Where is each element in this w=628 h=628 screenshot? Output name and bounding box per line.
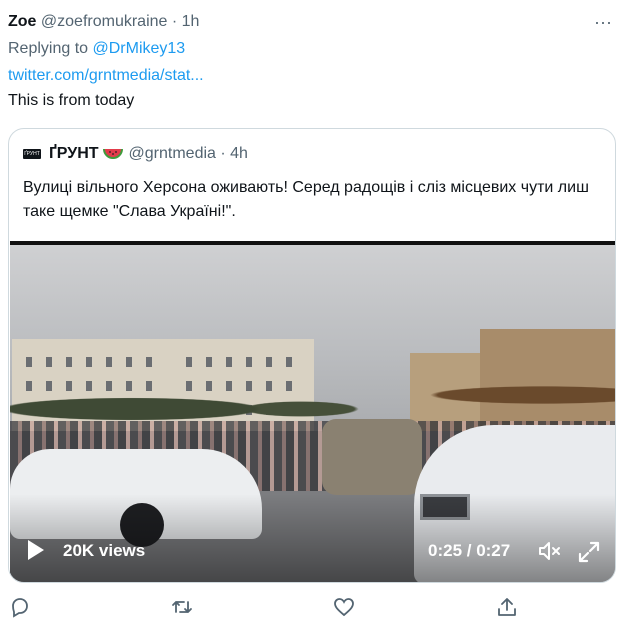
separator-dot: ·: [220, 145, 226, 162]
video-controls-scrim: [10, 494, 615, 582]
watermelon-emoji: [102, 148, 123, 159]
tweet-time[interactable]: 1h: [182, 13, 200, 30]
quoted-time[interactable]: 4h: [230, 145, 248, 163]
play-icon[interactable]: [28, 540, 44, 560]
tweet-actions: [0, 596, 628, 620]
quoted-header: ҐРУНТ ҐРУНТ @grntmedia · 4h: [23, 145, 248, 163]
quoted-tweet-card[interactable]: ҐРУНТ ҐРУНТ @grntmedia · 4h Вулиці вільн…: [8, 128, 616, 583]
like-icon[interactable]: [333, 596, 355, 618]
quoted-author-name[interactable]: ҐРУНТ: [49, 145, 99, 163]
author-name[interactable]: Zoe: [8, 13, 36, 30]
replying-to: Replying to @DrMikey13: [8, 40, 185, 58]
video-views: 20K views: [63, 541, 146, 560]
retweet-icon[interactable]: [171, 596, 193, 618]
volume-muted-icon[interactable]: [538, 541, 562, 561]
replying-prefix: Replying to: [8, 40, 93, 57]
replying-mention[interactable]: @DrMikey13: [93, 40, 186, 57]
video-timer: 0:25 / 0:27: [428, 541, 511, 560]
author-handle[interactable]: @zoefromukraine: [41, 13, 168, 30]
fullscreen-icon[interactable]: [578, 541, 600, 563]
quoted-text: Вулиці вільного Херсона оживають! Серед …: [23, 179, 589, 220]
grnt-avatar[interactable]: ҐРУНТ: [23, 149, 41, 159]
tweet-link[interactable]: twitter.com/grntmedia/stat...: [8, 67, 204, 85]
quoted-author-handle[interactable]: @grntmedia: [129, 145, 216, 163]
tweet-text: This is from today: [8, 92, 135, 109]
video-player[interactable]: 20K views 0:25 / 0:27: [10, 241, 615, 582]
share-icon[interactable]: [496, 596, 518, 618]
reply-icon[interactable]: [9, 596, 31, 618]
more-options-icon[interactable]: ···: [594, 12, 612, 33]
separator-dot: ·: [171, 13, 178, 30]
tweet-header: Zoe @zoefromukraine · 1h: [8, 13, 199, 31]
video-scene-car-middle: [322, 419, 422, 495]
